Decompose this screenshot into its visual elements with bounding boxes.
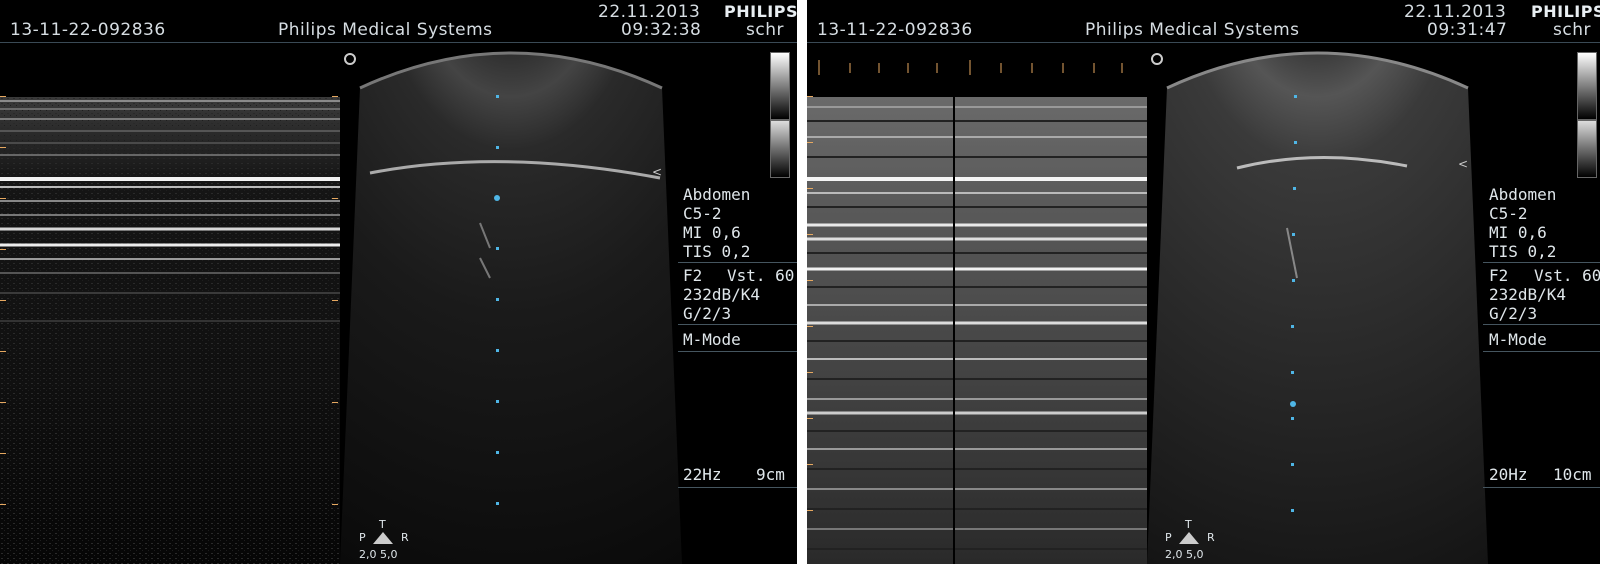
exam-time: 09:31:47: [1427, 20, 1508, 40]
exam-id: 13-11-22-092836: [10, 20, 166, 40]
preset-label: Abdomen: [1489, 185, 1557, 204]
exam-date: 22.11.2013: [1404, 2, 1507, 22]
brand-logo: PHILIPS: [1531, 2, 1600, 21]
probe-label: C5-2: [683, 204, 722, 223]
marker-circle-icon: [344, 53, 356, 65]
mode-label: M-Mode: [683, 330, 741, 349]
operator-name: schr: [1553, 20, 1591, 40]
brand-logo: PHILIPS: [724, 2, 797, 21]
grayscale-bar-secondary: [1577, 120, 1597, 178]
frequency-label: F2: [1489, 266, 1509, 285]
svg-text:<: <: [652, 165, 662, 179]
ultrasound-panel-left: 13-11-22-092836 Philips Medical Systems …: [0, 0, 797, 564]
m-mode-trace: [0, 97, 340, 564]
tis-label: TIS 0,2: [683, 242, 751, 261]
exam-time: 09:32:38: [621, 20, 702, 40]
tis-label: TIS 0,2: [1489, 242, 1557, 261]
marker-circle-icon: [1151, 53, 1163, 65]
dynamic-range-label: 232dB/K4: [1489, 285, 1567, 304]
mode-label: M-Mode: [1489, 330, 1547, 349]
grayscale-bar-secondary: [770, 120, 790, 178]
persistence-label: Vst. 60: [727, 266, 795, 285]
header-bar: 13-11-22-092836 Philips Medical Systems …: [0, 0, 797, 43]
gain-label: G/2/3: [683, 304, 732, 323]
exam-date: 22.11.2013: [598, 2, 701, 22]
frame-rate-label: 22Hz: [683, 465, 722, 484]
ultrasound-panel-right: 13-11-22-092836 Philips Medical Systems …: [807, 0, 1600, 564]
depth-label: 10cm: [1553, 465, 1592, 484]
mi-label: MI 0,6: [683, 223, 741, 242]
preset-label: Abdomen: [683, 185, 751, 204]
company-name: Philips Medical Systems: [1085, 20, 1300, 40]
operator-name: schr: [746, 20, 784, 40]
time-scale-ticks: [818, 60, 1123, 75]
probe-label: C5-2: [1489, 204, 1528, 223]
svg-text:<: <: [1458, 157, 1468, 171]
probe-orientation-icon: [1179, 532, 1199, 544]
header-bar: 13-11-22-092836 Philips Medical Systems …: [807, 0, 1600, 43]
grayscale-bar: [1577, 52, 1597, 120]
frequency-label: F2: [683, 266, 703, 285]
persistence-label: Vst. 60: [1534, 266, 1600, 285]
mi-label: MI 0,6: [1489, 223, 1547, 242]
probe-orientation-icon: [373, 532, 393, 544]
b-mode-image: <: [1147, 51, 1488, 564]
depth-label: 9cm: [756, 465, 785, 484]
m-mode-trace: [807, 97, 1147, 564]
b-mode-image: <: [340, 51, 682, 564]
dynamic-range-label: 232dB/K4: [683, 285, 761, 304]
gain-label: G/2/3: [1489, 304, 1538, 323]
company-name: Philips Medical Systems: [278, 20, 493, 40]
grayscale-bar: [770, 52, 790, 120]
frame-rate-label: 20Hz: [1489, 465, 1528, 484]
exam-id: 13-11-22-092836: [817, 20, 973, 40]
